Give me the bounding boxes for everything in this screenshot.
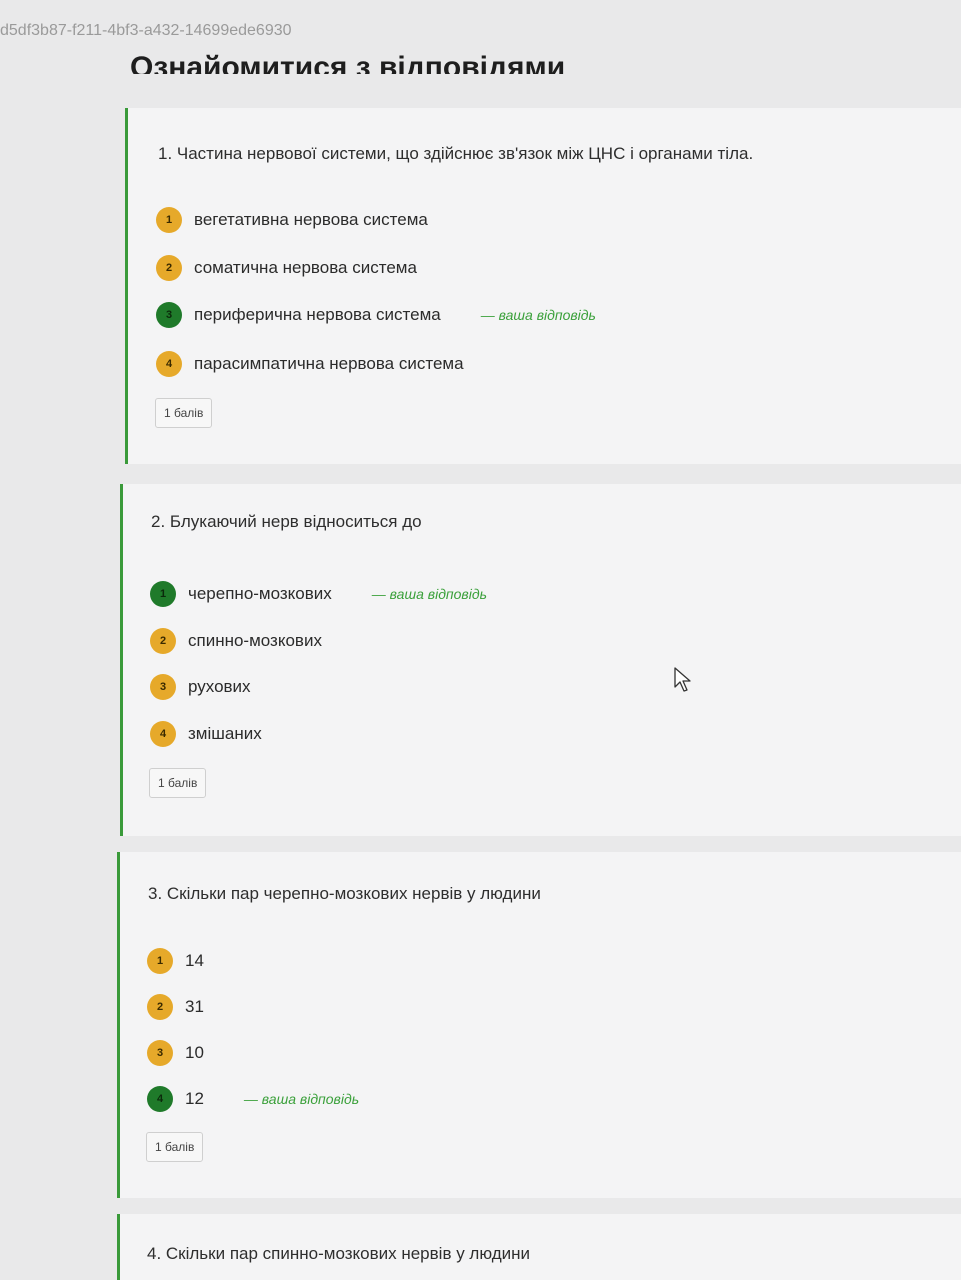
answer-option-3: 3 10 bbox=[147, 1039, 204, 1067]
question-text: 1. Частина нервової системи, що здійснює… bbox=[158, 144, 754, 163]
your-answer-marker: — ваша відповідь bbox=[243, 1091, 360, 1107]
points-badge: 1 балів bbox=[149, 768, 207, 798]
option-label: спинно-мозкових bbox=[188, 631, 322, 650]
question-text: 4. Скільки пар спинно-мозкових нервів у … bbox=[147, 1244, 531, 1263]
option-number-badge: 4 bbox=[150, 721, 176, 747]
mouse-pointer-icon bbox=[674, 667, 691, 692]
points-badge: 1 балів bbox=[146, 1132, 204, 1162]
option-number-badge: 2 bbox=[147, 994, 173, 1020]
your-answer-marker: — ваша відповідь bbox=[371, 586, 487, 602]
answer-option-4: 4 12 — ваша відповідь bbox=[147, 1085, 359, 1113]
option-label: рухових bbox=[188, 677, 251, 696]
option-label: змішаних bbox=[188, 724, 262, 743]
option-number-badge-selected: 3 bbox=[156, 302, 182, 328]
option-number-badge: 4 bbox=[156, 351, 182, 377]
answer-option-2: 2 соматична нервова система bbox=[156, 254, 417, 282]
option-label: периферична нервова система bbox=[194, 305, 441, 324]
option-number-badge: 1 bbox=[156, 207, 182, 233]
page-title: Ознайомитися з відповідями bbox=[130, 51, 566, 74]
answer-option-3: 3 периферична нервова система — ваша від… bbox=[156, 301, 596, 329]
question-card-1: 1. Частина нервової системи, що здійснює… bbox=[125, 108, 961, 464]
option-number-badge-selected: 1 bbox=[150, 581, 176, 607]
option-label: вегетативна нервова система bbox=[194, 210, 428, 229]
option-number-badge: 3 bbox=[147, 1040, 173, 1066]
option-number-badge: 3 bbox=[150, 674, 176, 700]
question-card-4: 4. Скільки пар спинно-мозкових нервів у … bbox=[117, 1214, 961, 1280]
option-label: 12 bbox=[185, 1089, 204, 1108]
answer-option-2: 2 спинно-мозкових bbox=[150, 627, 322, 655]
option-number-badge-selected: 4 bbox=[147, 1086, 173, 1112]
option-label: 10 bbox=[185, 1043, 204, 1062]
option-label: соматична нервова система bbox=[194, 258, 417, 277]
option-number-badge: 1 bbox=[147, 948, 173, 974]
option-label: 31 bbox=[185, 997, 204, 1016]
answer-option-1: 1 вегетативна нервова система bbox=[156, 206, 428, 234]
your-answer-marker: — ваша відповідь bbox=[480, 307, 596, 323]
answer-option-1: 1 14 bbox=[147, 947, 204, 975]
option-label: 14 bbox=[185, 951, 204, 970]
option-label: парасимпатична нервова система bbox=[194, 354, 464, 373]
answer-option-2: 2 31 bbox=[147, 993, 204, 1021]
url-text: d5df3b87-f211-4bf3-a432-14699ede6930 bbox=[0, 22, 292, 39]
option-number-badge: 2 bbox=[156, 255, 182, 281]
answer-option-1: 1 черепно-мозкових — ваша відповідь bbox=[150, 580, 487, 608]
answer-option-4: 4 змішаних bbox=[150, 720, 262, 748]
question-card-3: 3. Скільки пар черепно-мозкових нервів у… bbox=[117, 852, 961, 1198]
answer-option-3: 3 рухових bbox=[150, 673, 251, 701]
question-text: 2. Блукаючий нерв відноситься до bbox=[151, 512, 422, 531]
question-text: 3. Скільки пар черепно-мозкових нервів у… bbox=[148, 884, 541, 903]
option-label: черепно-мозкових bbox=[188, 584, 332, 603]
question-card-2: 2. Блукаючий нерв відноситься до 1 череп… bbox=[120, 484, 961, 836]
option-number-badge: 2 bbox=[150, 628, 176, 654]
points-badge: 1 балів bbox=[155, 398, 213, 428]
answer-option-4: 4 парасимпатична нервова система bbox=[156, 350, 464, 378]
